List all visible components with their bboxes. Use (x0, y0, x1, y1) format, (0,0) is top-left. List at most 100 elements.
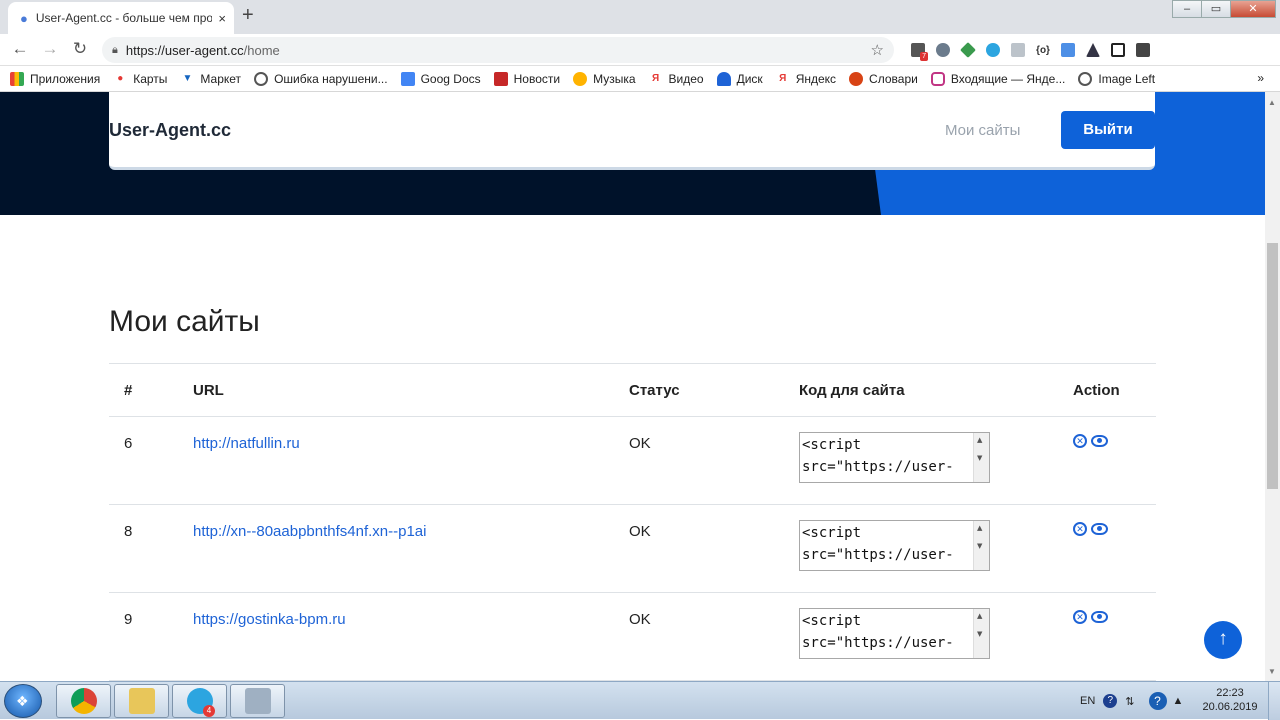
reload-icon[interactable]: ↻ (69, 39, 91, 59)
clock-time: 22:23 (1216, 687, 1244, 699)
extensions-area: 7 {o} (906, 39, 1156, 61)
bookmark-item[interactable]: Я Яндекс (776, 72, 836, 86)
bookmark-item[interactable]: Музыка (573, 71, 636, 86)
table-row: 9 https://gostinka-bpm.ru OK <script src… (109, 593, 1156, 681)
textarea-scrollbar[interactable]: ▲ ▼ (973, 433, 989, 482)
site-code-textarea[interactable]: <script src="https://user- ▲ ▼ (799, 608, 990, 659)
bookmark-item[interactable]: ▼ Маркет (180, 72, 241, 86)
map-pin-icon: ● (117, 72, 124, 84)
minimize-button[interactable]: – (1172, 0, 1202, 18)
tray-help-icon[interactable]: ? (1148, 692, 1167, 710)
network-icon[interactable]: ⇅ (1125, 695, 1134, 708)
row-url-link[interactable]: http://natfullin.ru (193, 435, 300, 452)
page-scrollbar[interactable]: ▲ ▼ (1265, 92, 1280, 681)
page-title: Мои сайты (109, 305, 260, 338)
column-header-status: Статус (629, 382, 680, 399)
scroll-up-icon[interactable]: ▲ (1268, 98, 1276, 107)
row-url-link[interactable]: https://gostinka-bpm.ru (193, 611, 346, 628)
textarea-scrollbar[interactable]: ▲ ▼ (973, 609, 989, 658)
extension-eye-icon[interactable] (931, 39, 955, 61)
scroll-down-icon[interactable]: ▼ (1268, 667, 1276, 676)
extension-leaf-icon[interactable] (956, 39, 980, 61)
tray-expand-icon[interactable]: ▲ (1173, 695, 1184, 707)
maximize-button[interactable]: ▭ (1201, 0, 1231, 18)
lock-icon: 🔒︎ (112, 43, 118, 56)
bookmark-item[interactable]: Диск (716, 71, 763, 86)
start-button[interactable]: ❖ (4, 684, 42, 718)
new-tab-button[interactable]: + (242, 5, 254, 25)
help-icon[interactable]: ? (1103, 694, 1118, 708)
row-status: OK (629, 611, 651, 628)
extension-mail-icon[interactable]: 7 (906, 39, 930, 61)
instagram-icon (930, 71, 945, 86)
extension-code-icon[interactable] (1006, 39, 1030, 61)
row-actions: ✕ (1073, 434, 1108, 448)
taskbar-tool[interactable] (230, 684, 285, 718)
bookmark-item[interactable]: ● Карты (113, 72, 167, 86)
yandex-icon: Я (779, 72, 787, 84)
extension-lock-icon[interactable] (1131, 39, 1155, 61)
view-eye-icon[interactable] (1091, 523, 1108, 535)
delete-icon[interactable]: ✕ (1073, 610, 1087, 624)
bookmarks-more-icon[interactable]: » (1257, 71, 1264, 85)
textarea-scrollbar[interactable]: ▲ ▼ (973, 521, 989, 570)
extension-id-icon[interactable] (1056, 39, 1080, 61)
table-header-row: # URL Статус Код для сайта Action (109, 364, 1156, 417)
page-viewport: User-Agent.cc Мои сайты Выйти Мои сайты … (0, 92, 1265, 681)
browser-tab[interactable]: ● User-Agent.cc - больше чем про × (8, 2, 234, 34)
bookmark-item[interactable]: Image Left (1078, 71, 1155, 86)
site-code-textarea[interactable]: <script src="https://user- ▲ ▼ (799, 520, 990, 571)
bookmark-item[interactable]: Новости (493, 71, 560, 86)
folder-icon (128, 688, 155, 714)
dictionary-icon (849, 71, 864, 86)
tab-strip: ● User-Agent.cc - больше чем про × + – ▭… (0, 0, 1280, 34)
delete-icon[interactable]: ✕ (1073, 522, 1087, 536)
row-status: OK (629, 435, 651, 452)
chrome-icon (70, 688, 97, 714)
back-arrow-icon[interactable]: ← (9, 39, 31, 59)
row-id: 9 (124, 611, 133, 628)
system-tray: EN ? ⇅ ? ▲ (1080, 682, 1183, 720)
row-url-link[interactable]: http://xn--80aabpbnthfs4nf.xn--p1ai (193, 523, 426, 540)
taskbar-chrome[interactable] (56, 684, 111, 718)
url-text[interactable]: https://user-agent.cc/home (126, 43, 871, 58)
bookmark-item[interactable]: Словари (849, 71, 918, 86)
view-eye-icon[interactable] (1091, 435, 1108, 447)
scrollbar-thumb[interactable] (1267, 243, 1278, 489)
extension-drive-icon[interactable] (1081, 39, 1105, 61)
bookmark-item[interactable]: Я Видео (649, 72, 704, 86)
logout-button[interactable]: Выйти (1061, 111, 1155, 149)
bookmark-item[interactable]: Приложения (10, 71, 100, 86)
delete-icon[interactable]: ✕ (1073, 434, 1087, 448)
nav-my-sites-link[interactable]: Мои сайты (945, 122, 1020, 139)
docs-icon (400, 71, 415, 86)
music-icon (573, 71, 588, 86)
extension-braces-icon[interactable]: {o} (1031, 39, 1055, 61)
browser-toolbar: ← → ↻ 🔒︎ https://user-agent.cc/home ☆ 7 … (0, 34, 1280, 92)
show-desktop-button[interactable] (1268, 682, 1280, 720)
map-pin-icon: ● (20, 10, 28, 26)
extension-notion-icon[interactable] (1106, 39, 1130, 61)
extension-telegram-icon[interactable] (981, 39, 1005, 61)
close-window-button[interactable]: ✕ (1230, 0, 1276, 18)
bookmark-item[interactable]: Goog Docs (400, 71, 481, 86)
column-header-code: Код для сайта (799, 382, 905, 399)
system-clock[interactable]: 22:23 20.06.2019 (1200, 686, 1260, 714)
bookmark-item[interactable]: Входящие — Янде... (930, 71, 1065, 86)
row-status: OK (629, 523, 651, 540)
taskbar-telegram[interactable]: 4 (172, 684, 227, 718)
table-row: 6 http://natfullin.ru OK <script src="ht… (109, 417, 1156, 505)
forward-arrow-icon[interactable]: → (39, 39, 61, 59)
language-indicator[interactable]: EN (1080, 695, 1095, 707)
tab-title: User-Agent.cc - больше чем про (35, 11, 213, 25)
bookmark-item[interactable]: Ошибка нарушени... (254, 71, 388, 86)
view-eye-icon[interactable] (1091, 611, 1108, 623)
taskbar-explorer[interactable] (114, 684, 169, 718)
clock-date: 20.06.2019 (1202, 701, 1258, 713)
site-brand[interactable]: User-Agent.cc (109, 120, 231, 141)
tab-close-icon[interactable]: × (218, 11, 226, 26)
site-code-textarea[interactable]: <script src="https://user- ▲ ▼ (799, 432, 990, 483)
bookmark-star-icon[interactable]: ☆ (871, 41, 884, 59)
address-bar[interactable]: 🔒︎ https://user-agent.cc/home ☆ (102, 37, 894, 63)
scroll-to-top-button[interactable]: ↑ (1204, 621, 1242, 659)
